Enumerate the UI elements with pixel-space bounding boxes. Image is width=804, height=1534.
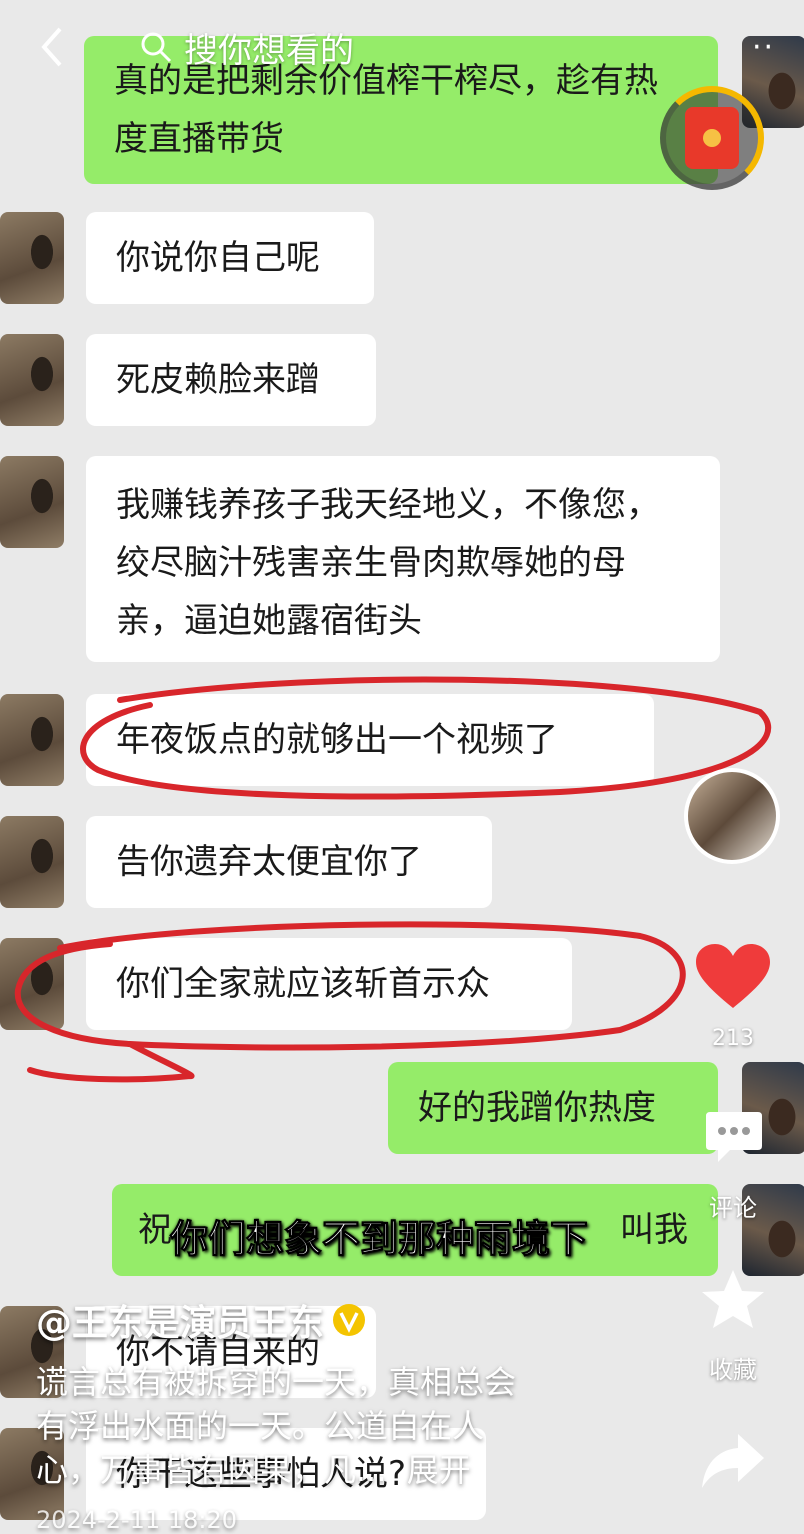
verified-badge-icon <box>333 1304 366 1336</box>
back-button[interactable] <box>30 22 74 72</box>
description-line: 心，万事皆有因果，凡... 展开 <box>36 1448 636 1492</box>
description-line: 谎言总有被拆穿的一天，真相总会 <box>36 1363 517 1401</box>
collect-label: 收藏 <box>709 1356 757 1384</box>
post-date: 2024-2-11 18:20 <box>36 1506 237 1534</box>
comment-label: 评论 <box>709 1194 757 1222</box>
annotation-circle <box>14 921 686 1083</box>
video-description[interactable]: 谎言总有被拆穿的一天，真相总会 有浮出水面的一天。公道自在人 心，万事皆有因果，… <box>36 1360 636 1492</box>
search-placeholder: 搜你想看的 <box>184 30 354 71</box>
star-icon[interactable] <box>700 1268 766 1332</box>
red-packet-icon <box>685 107 739 169</box>
description-line: 有浮出水面的一天。公道自在人 <box>36 1407 485 1445</box>
share-icon[interactable] <box>700 1430 766 1490</box>
heart-icon[interactable] <box>696 944 770 1010</box>
description-text: 心，万事皆有因果，凡... <box>36 1451 387 1489</box>
chevron-left-icon <box>41 27 62 67</box>
search-icon <box>141 32 172 63</box>
author-avatar[interactable] <box>684 768 780 864</box>
expand-link[interactable]: 展开 <box>407 1451 471 1489</box>
author-name[interactable]: @王东是演员王东 <box>36 1294 324 1346</box>
search-bar[interactable]: 搜你想看的 <box>140 22 354 72</box>
video-subtitle: 你们想象不到那种雨境下 <box>169 1217 589 1262</box>
annotation-circle <box>80 676 772 800</box>
red-packet-button[interactable] <box>660 86 764 190</box>
comment-icon[interactable] <box>704 1108 764 1166</box>
like-count: 213 <box>712 1026 754 1051</box>
more-icon[interactable]: ·· <box>752 30 775 65</box>
author-name-row[interactable]: @王东是演员王东 <box>36 1294 366 1346</box>
